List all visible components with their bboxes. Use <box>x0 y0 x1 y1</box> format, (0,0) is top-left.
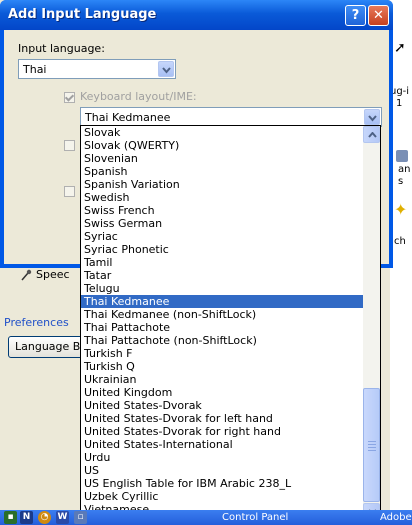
dropdown-item[interactable]: Slovak <box>81 126 364 139</box>
dropdown-item[interactable]: Spanish Variation <box>81 178 364 191</box>
scroll-up-button[interactable] <box>363 126 380 143</box>
dropdown-item[interactable]: United Kingdom <box>81 386 364 399</box>
dialog-titlebar[interactable]: Add Input Language ? ✕ <box>0 0 393 30</box>
dialog-title: Add Input Language <box>8 7 157 22</box>
preferences-label: Preferences <box>4 316 69 329</box>
hidden-checkbox[interactable] <box>64 186 75 197</box>
dropdown-item[interactable]: United States-International <box>81 438 364 451</box>
dropdown-item[interactable]: Ukrainian <box>81 373 364 386</box>
microphone-icon <box>20 269 32 281</box>
dropdown-item[interactable]: Swiss German <box>81 217 364 230</box>
start-icon[interactable]: ▪ <box>4 511 17 524</box>
dropdown-item[interactable]: Slovenian <box>81 152 364 165</box>
dropdown-item[interactable]: Turkish F <box>81 347 364 360</box>
taskbar: ▪ N ◔ W ▫ Control Panel Adobe <box>0 510 412 525</box>
close-button[interactable]: ✕ <box>368 5 389 26</box>
scrollbar-thumb[interactable] <box>363 388 380 502</box>
grip-line <box>368 450 376 451</box>
keyboard-layout-value: Thai Kedmanee <box>85 111 171 124</box>
dropdown-item[interactable]: United States-Dvorak <box>81 399 364 412</box>
dropdown-scrollbar[interactable] <box>363 126 380 520</box>
keyboard-layout-label: Keyboard layout/IME: <box>80 90 197 103</box>
language-bar-button[interactable]: Language Ba <box>8 336 90 358</box>
dropdown-item[interactable]: Spanish <box>81 165 364 178</box>
dropdown-item[interactable]: US <box>81 464 364 477</box>
help-button[interactable]: ? <box>345 5 366 26</box>
dropdown-item[interactable]: Thai Kedmanee <box>81 295 364 308</box>
dropdown-item[interactable]: Syriac Phonetic <box>81 243 364 256</box>
dropdown-item[interactable]: Slovak (QWERTY) <box>81 139 364 152</box>
dropdown-item[interactable]: Uzbek Cyrillic <box>81 490 364 503</box>
keyboard-layout-select[interactable]: Thai Kedmanee <box>80 107 382 127</box>
app-clock-icon[interactable]: ◔ <box>38 511 51 524</box>
lightbulb-icon: ✦ <box>394 200 408 219</box>
chevron-down-icon[interactable] <box>158 61 174 77</box>
app-window-icon[interactable]: ▫ <box>74 511 87 524</box>
right-fragment-text: ch <box>394 236 406 247</box>
dropdown-item[interactable]: Thai Pattachote <box>81 321 364 334</box>
input-language-value: Thai <box>23 63 47 76</box>
dropdown-item[interactable]: Tatar <box>81 269 364 282</box>
app-n-icon[interactable]: N <box>20 511 33 524</box>
background-window-right-pane: ➚ ug-i 1 an s ✦ ch <box>390 0 412 510</box>
control-icon <box>396 150 408 162</box>
taskbar-item-label[interactable]: Control Panel <box>222 512 288 523</box>
dropdown-item[interactable]: Tamil <box>81 256 364 269</box>
right-fragment-text: an <box>398 164 411 175</box>
right-fragment-text: 1 <box>396 98 403 109</box>
dropdown-item[interactable]: US English Table for IBM Arabic 238_L <box>81 477 364 490</box>
dropdown-item[interactable]: Thai Pattachote (non-ShiftLock) <box>81 334 364 347</box>
app-w-icon[interactable]: W <box>56 511 69 524</box>
input-language-select[interactable]: Thai <box>18 59 176 79</box>
dropdown-item[interactable]: United States-Dvorak for left hand <box>81 412 364 425</box>
chevron-down-icon[interactable] <box>364 109 380 125</box>
dropdown-items: Slovak Slovak (QWERTY) Slovenian Spanish Spa… <box>81 126 364 516</box>
dropdown-item[interactable]: Turkish Q <box>81 360 364 373</box>
input-language-label: Input language: <box>18 42 105 55</box>
dropdown-item[interactable]: Telugu <box>81 282 364 295</box>
keyboard-layout-checkbox[interactable] <box>64 92 75 103</box>
tool-icon: ➚ <box>394 40 406 56</box>
grip-line <box>368 441 376 442</box>
taskbar-right-label[interactable]: Adobe <box>380 512 412 523</box>
right-fragment-text: s <box>398 176 404 187</box>
grip-line <box>368 444 376 445</box>
grip-line <box>368 447 376 448</box>
speech-label: Speec <box>36 268 70 281</box>
hidden-checkbox[interactable] <box>64 140 75 151</box>
dropdown-item[interactable]: Swedish <box>81 191 364 204</box>
dropdown-item[interactable]: Urdu <box>81 451 364 464</box>
dropdown-item[interactable]: United States-Dvorak for right hand <box>81 425 364 438</box>
keyboard-layout-dropdown-list[interactable]: Slovak Slovak (QWERTY) Slovenian Spanish Spa… <box>80 125 381 521</box>
dropdown-item[interactable]: Thai Kedmanee (non-ShiftLock) <box>81 308 364 321</box>
dropdown-item[interactable]: Syriac <box>81 230 364 243</box>
dropdown-item[interactable]: Swiss French <box>81 204 364 217</box>
